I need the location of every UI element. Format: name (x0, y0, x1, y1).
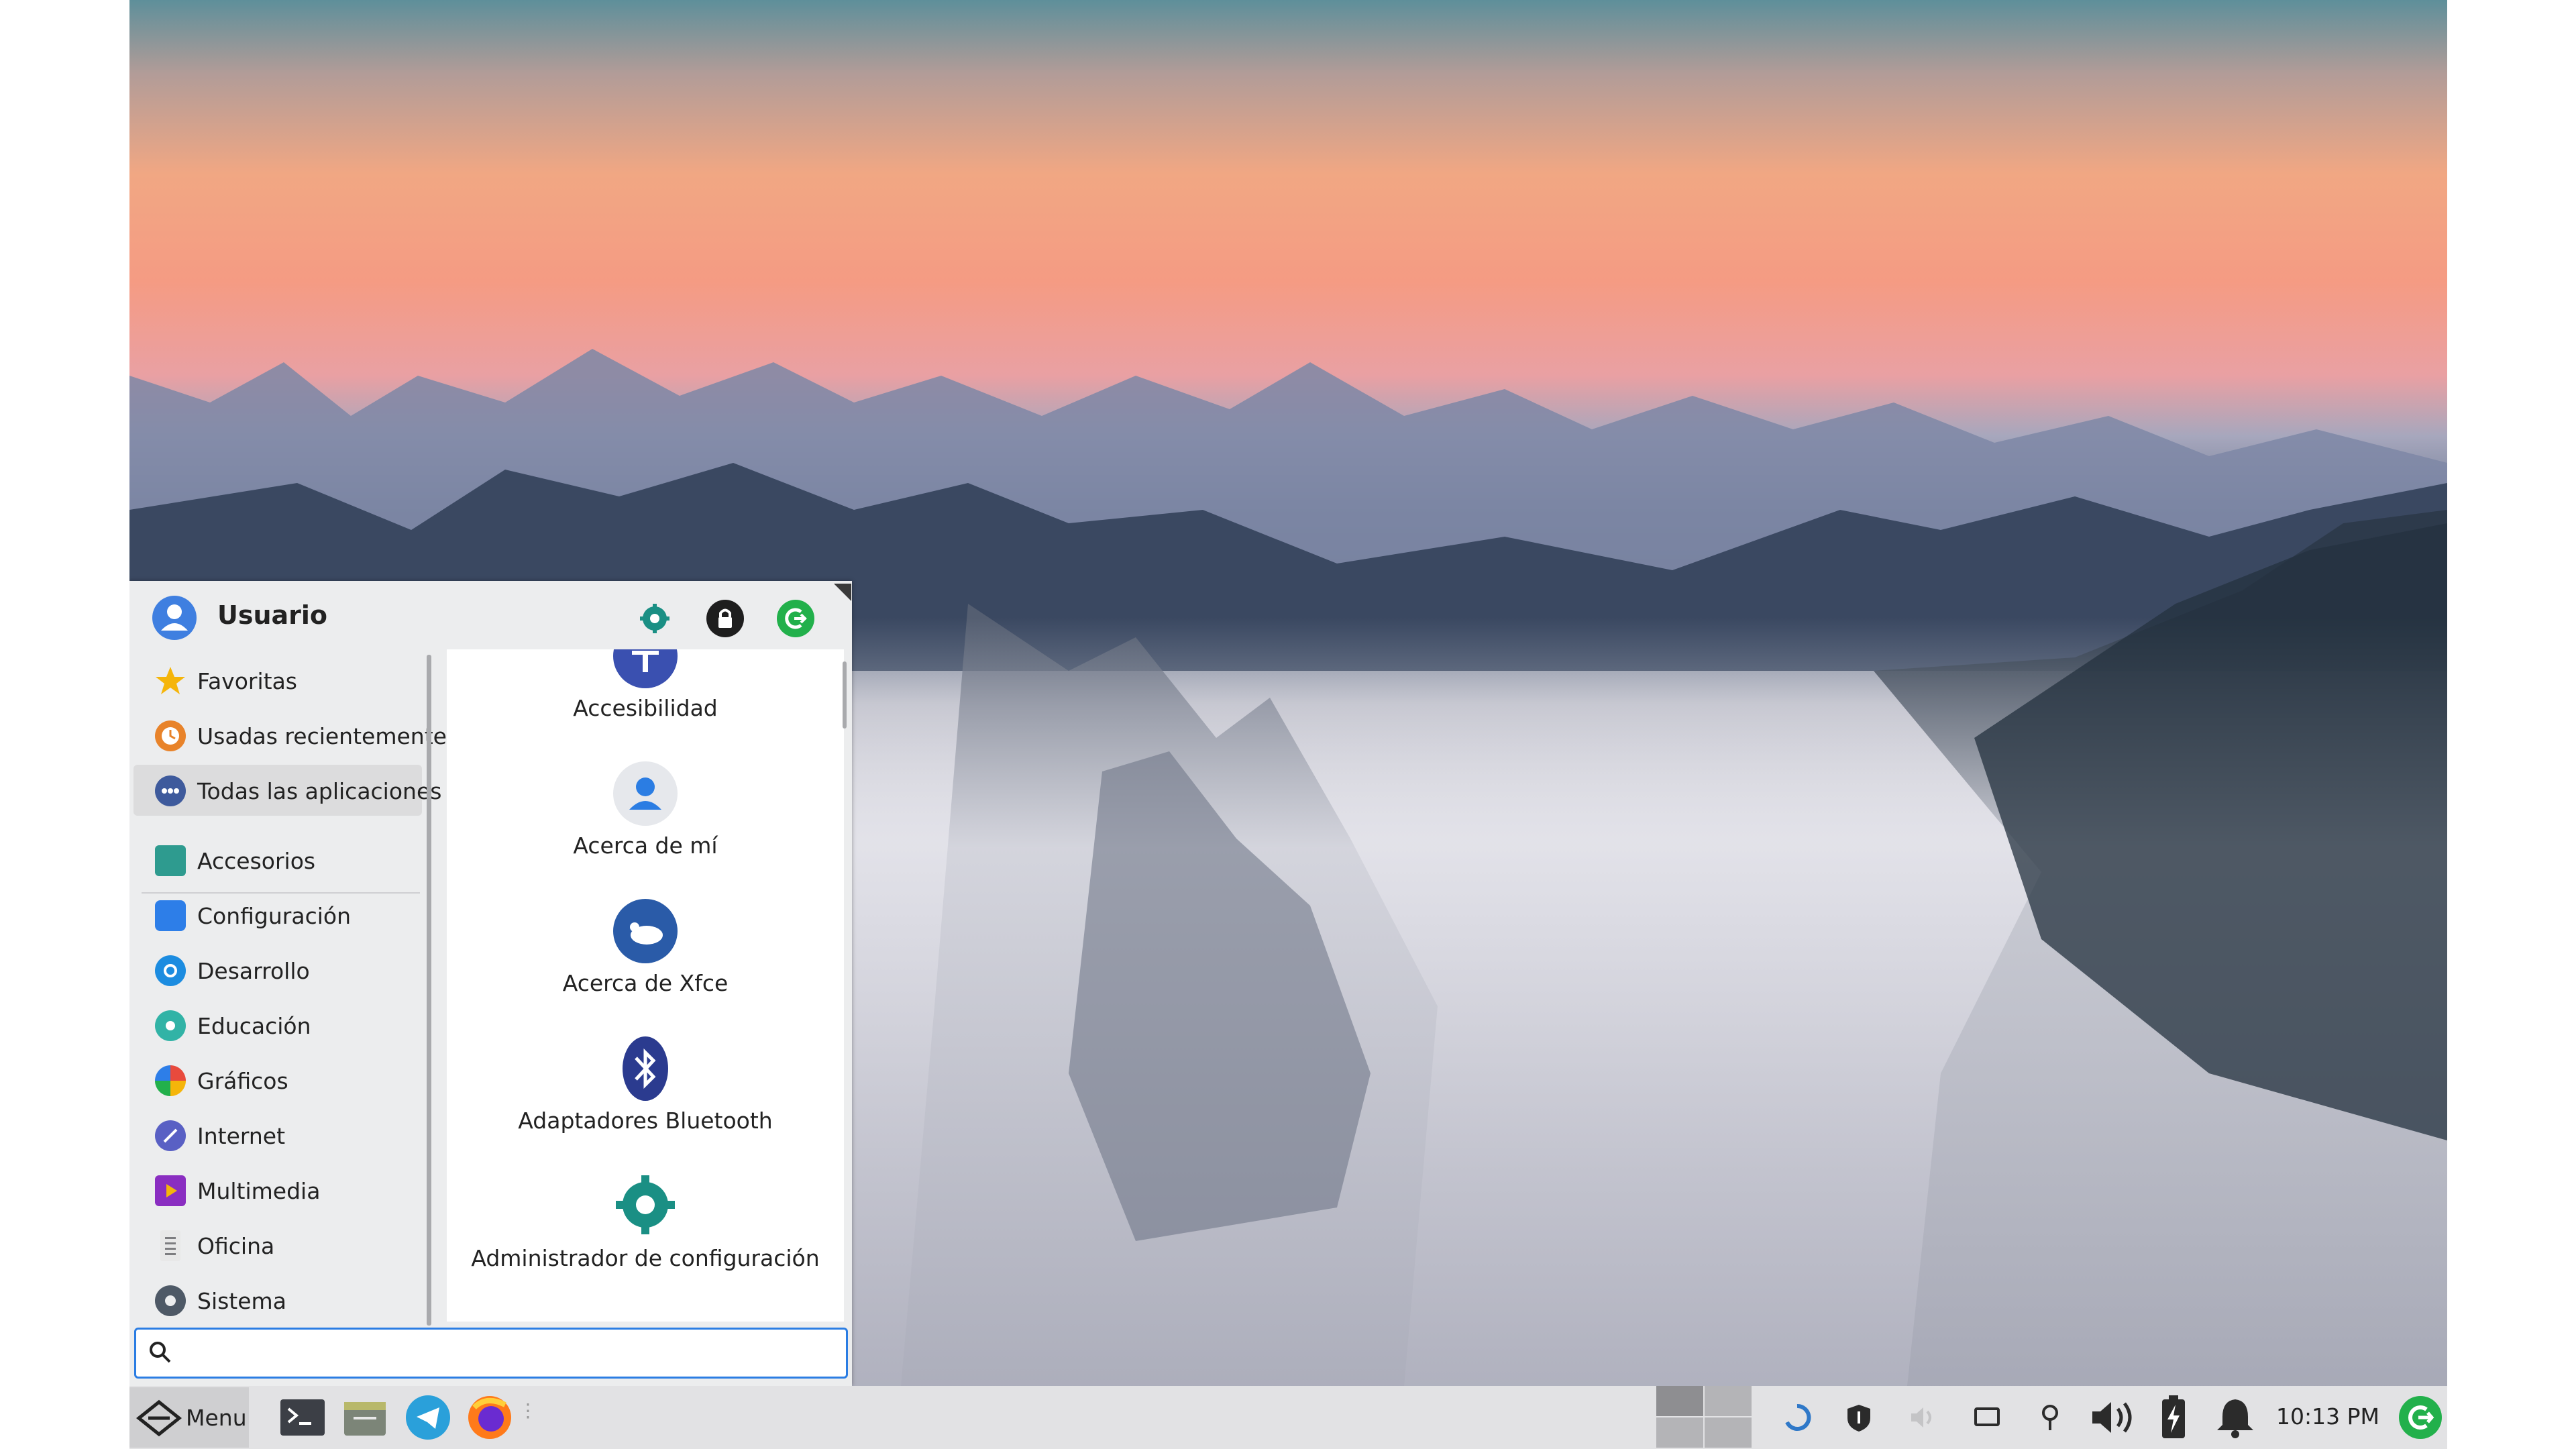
clock[interactable]: 10:13 PM (2276, 1403, 2379, 1430)
settings-icon (155, 900, 186, 931)
telegram-icon (406, 1395, 450, 1440)
category-usadas-recientemente[interactable]: Usadas recientemente (133, 710, 447, 761)
app-administrador-de-configuracion[interactable]: Administrador de configuración (447, 1173, 844, 1310)
system-gear-icon (155, 1285, 186, 1316)
taskbar: Menu ⋮ 10:13 PM (129, 1386, 2447, 1449)
category-label: Multimedia (197, 1178, 321, 1204)
accessibility-icon (613, 649, 678, 688)
recent-clock-icon (155, 720, 186, 751)
lock-screen-button[interactable] (706, 600, 744, 637)
app-label: Acerca de mí (573, 833, 718, 859)
firefox-icon (468, 1396, 511, 1439)
all-apps-icon (155, 775, 186, 806)
category-label: Todas las aplicaciones (197, 778, 442, 804)
workspace-3[interactable] (1656, 1417, 1703, 1448)
development-icon (155, 955, 186, 986)
application-menu: Usuario Favoritas Usadas recientemente T… (129, 581, 852, 1386)
category-internet[interactable]: Internet (133, 1110, 422, 1161)
app-accesibilidad[interactable]: Accesibilidad (447, 649, 844, 760)
volume-icon[interactable] (2088, 1397, 2142, 1438)
logout-tray-icon[interactable] (2397, 1394, 2444, 1441)
launcher-firefox[interactable] (466, 1393, 513, 1442)
launcher-separator-icon: ⋮ (519, 1399, 537, 1421)
folder-icon (344, 1402, 386, 1436)
menu-header: Usuario (129, 581, 852, 644)
category-configuracion[interactable]: Configuración (133, 890, 422, 941)
category-sistema[interactable]: Sistema (133, 1275, 422, 1326)
lock-icon (718, 608, 732, 628)
about-me-icon (613, 761, 678, 826)
bluetooth-icon (623, 1036, 668, 1101)
graphics-icon (155, 1065, 186, 1096)
location-pin-icon[interactable] (2035, 1402, 2065, 1433)
battery-charging-icon[interactable] (2157, 1394, 2190, 1441)
menu-logo-icon (136, 1399, 182, 1437)
app-label: Administrador de configuración (471, 1245, 820, 1271)
search-icon (150, 1342, 171, 1363)
muted-volume-icon[interactable] (1907, 1402, 1938, 1433)
workspace-switcher[interactable] (1656, 1386, 1752, 1449)
category-label: Favoritas (197, 668, 297, 694)
education-icon (155, 1010, 186, 1041)
category-favoritas[interactable]: Favoritas (133, 655, 422, 706)
menu-button[interactable]: Menu (129, 1387, 249, 1448)
category-scrollbar[interactable] (427, 655, 431, 1326)
category-label: Configuración (197, 903, 352, 929)
screen: Usuario Favoritas Usadas recientemente T… (129, 0, 2447, 1449)
category-todas-las-aplicaciones[interactable]: Todas las aplicaciones (133, 765, 441, 816)
accessories-icon (155, 845, 186, 876)
app-label: Acerca de Xfce (562, 970, 729, 996)
category-label: Usadas recientemente (197, 723, 447, 749)
category-oficina[interactable]: Oficina (133, 1220, 422, 1271)
category-label: Internet (197, 1123, 286, 1149)
menu-button-label: Menu (186, 1405, 247, 1431)
category-graficos[interactable]: Gráficos (133, 1055, 422, 1106)
application-list: Accesibilidad Acerca de mí Acerca de Xfc… (447, 649, 844, 1322)
category-label: Oficina (197, 1233, 275, 1259)
terminal-icon (280, 1399, 325, 1436)
category-label: Gráficos (197, 1068, 288, 1094)
logout-icon (785, 608, 807, 629)
category-educacion[interactable]: Educación (133, 1000, 422, 1051)
category-label: Sistema (197, 1288, 286, 1314)
notifications-bell-icon[interactable] (2213, 1395, 2257, 1441)
app-acerca-de-mi[interactable]: Acerca de mí (447, 760, 844, 898)
workspace-4[interactable] (1705, 1417, 1752, 1448)
username-label: Usuario (217, 600, 328, 630)
app-adaptadores-bluetooth[interactable]: Adaptadores Bluetooth (447, 1035, 844, 1173)
star-icon (156, 667, 185, 694)
settings-manager-button[interactable] (636, 600, 674, 637)
display-icon[interactable] (1972, 1402, 2002, 1433)
launcher-file-manager[interactable] (343, 1393, 387, 1442)
xfce-mouse-icon (613, 899, 678, 963)
app-list-scrollbar[interactable] (843, 661, 847, 729)
app-label: Accesibilidad (573, 695, 718, 721)
app-acerca-de-xfce[interactable]: Acerca de Xfce (447, 898, 844, 1035)
category-desarrollo[interactable]: Desarrollo (133, 945, 422, 996)
launcher-telegram[interactable] (405, 1393, 451, 1442)
category-accesorios[interactable]: Accesorios (133, 835, 422, 885)
category-label: Desarrollo (197, 958, 310, 984)
config-manager-icon (616, 1175, 675, 1234)
user-avatar-icon[interactable] (152, 596, 197, 640)
workspace-2[interactable] (1705, 1386, 1752, 1416)
security-shield-icon[interactable] (1843, 1402, 1874, 1433)
category-label: Educación (197, 1013, 311, 1039)
search-input[interactable] (183, 1335, 830, 1370)
app-label: Adaptadores Bluetooth (518, 1108, 773, 1134)
category-multimedia[interactable]: Multimedia (133, 1165, 422, 1216)
office-icon (160, 1230, 180, 1261)
internet-icon (155, 1120, 186, 1151)
multimedia-icon (155, 1175, 186, 1206)
workspace-1[interactable] (1656, 1386, 1703, 1416)
sync-tray-icon[interactable] (1782, 1402, 1813, 1433)
launcher-terminal[interactable] (280, 1393, 325, 1442)
logout-button[interactable] (777, 600, 814, 637)
category-label: Accesorios (197, 848, 316, 874)
search-box[interactable] (134, 1328, 848, 1379)
settings-manager-icon (640, 604, 669, 633)
